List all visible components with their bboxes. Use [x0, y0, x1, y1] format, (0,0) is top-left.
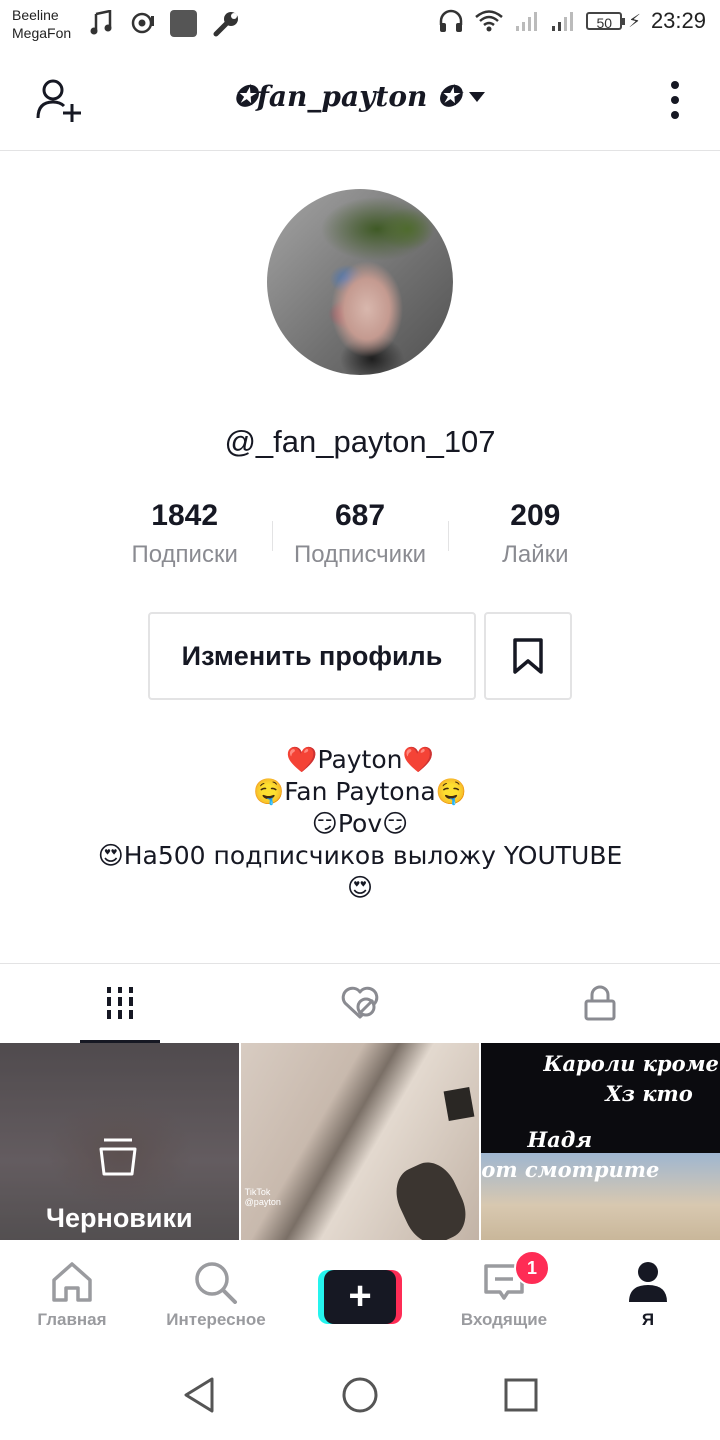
carrier-1: Beeline — [12, 7, 59, 23]
carrier-info: Beeline MegaFon — [12, 6, 71, 42]
video-grid: Черновики TikTok @payton Кароли кроме т … — [0, 1043, 720, 1240]
home-circle-icon[interactable] — [341, 1376, 379, 1414]
stat-label: Подписки — [131, 541, 238, 568]
drafts-label: Черновики — [46, 1203, 193, 1233]
heart-hidden-icon — [341, 986, 379, 1019]
bio-line: 😏Pov😏 — [311, 809, 409, 838]
more-vertical-icon[interactable] — [670, 80, 680, 120]
profile-header: ✪fan_payton ✪ — [0, 50, 720, 151]
wifi-icon — [475, 10, 504, 32]
app-square-icon — [170, 10, 197, 37]
guitar-shape — [386, 1154, 475, 1240]
username-handle: @_fan_payton_107 — [224, 424, 496, 459]
bio-line: 🤤Fan Paytona🤤 — [253, 777, 467, 806]
video-thumbnail[interactable]: TikTok @payton — [240, 1043, 480, 1240]
edit-profile-button[interactable]: Изменить профиль — [148, 612, 476, 700]
stat-likes[interactable]: 209 Лайки — [447, 497, 623, 577]
thumbnail-caption: от смотрите — [481, 1157, 660, 1182]
nav-label: Интересное — [166, 1310, 266, 1329]
tab-videos[interactable] — [0, 964, 240, 1043]
bookmark-icon — [513, 638, 543, 674]
thumbnail-caption: Хз кто — [605, 1081, 693, 1106]
nav-inbox[interactable]: Входящие 1 — [432, 1240, 576, 1350]
nav-label: Главная — [37, 1310, 107, 1329]
radio-icon — [131, 12, 154, 34]
signal-icon-1 — [516, 12, 538, 31]
stat-followers[interactable]: 687 Подписчики — [272, 497, 447, 577]
video-thumbnail[interactable]: Кароли кроме т Хз кто Надя от смотрите — [481, 1043, 720, 1240]
thumbnail-caption: Надя — [527, 1127, 593, 1152]
notification-badge: 1 — [514, 1250, 550, 1286]
headphones-icon — [440, 9, 463, 32]
back-icon[interactable] — [182, 1376, 216, 1414]
system-nav-bar — [0, 1350, 720, 1440]
bio-line: 😍На500 подписчиков выложу YOUTUBE — [97, 841, 623, 870]
tiktok-watermark-user: @payton — [244, 1197, 281, 1207]
nav-label: Я — [641, 1310, 655, 1329]
stat-value: 1842 — [151, 499, 219, 532]
favorites-button[interactable] — [484, 612, 572, 700]
bottom-nav: Главная Интересное + Входящие 1 Я — [0, 1240, 720, 1350]
grid-icon — [107, 987, 133, 1019]
search-icon — [195, 1262, 237, 1304]
clock: 23:29 — [650, 8, 706, 33]
profile-icon — [629, 1262, 667, 1302]
charging-icon: ⚡ — [628, 10, 641, 31]
stat-following[interactable]: 1842 Подписки — [97, 497, 272, 577]
signal-icon-2 — [552, 12, 574, 31]
music-note-icon — [90, 10, 112, 35]
content-tabs — [0, 963, 720, 1043]
lock-icon — [584, 985, 616, 1021]
tab-private[interactable] — [480, 964, 720, 1042]
nav-home[interactable]: Главная — [0, 1240, 144, 1350]
nav-discover[interactable]: Интересное — [144, 1240, 288, 1350]
drafts-thumbnail[interactable]: Черновики — [0, 1043, 239, 1240]
nav-label: Входящие — [460, 1310, 548, 1329]
bio-line: ❤️Payton❤️ — [286, 745, 434, 774]
home-icon — [52, 1262, 92, 1302]
drafts-icon — [99, 1138, 137, 1176]
bio-line: 😍 — [346, 873, 374, 902]
status-bar: Beeline MegaFon 50 ⚡ 23:29 — [0, 0, 720, 50]
stat-label: Подписчики — [293, 541, 426, 568]
status-right: 50 ⚡ 23:29 — [438, 8, 706, 34]
stat-label: Лайки — [502, 541, 569, 568]
bio: ❤️Payton❤️ 🤤Fan Paytona🤤 😏Pov😏 😍На500 по… — [0, 744, 720, 904]
tiktok-watermark: TikTok @payton — [245, 1187, 281, 1207]
plus-icon: + — [324, 1270, 396, 1324]
create-button[interactable]: + — [318, 1270, 402, 1324]
page-title: ✪fan_payton ✪ — [233, 80, 461, 113]
wrench-icon — [213, 12, 238, 37]
avatar[interactable] — [267, 189, 453, 375]
speaker-shape — [443, 1086, 475, 1122]
battery-indicator: 50 — [586, 12, 626, 31]
tab-liked[interactable] — [240, 964, 480, 1042]
stat-value: 209 — [510, 499, 561, 532]
thumbnail-caption: Кароли кроме т — [543, 1051, 720, 1076]
caret-down-icon — [468, 91, 485, 102]
tiktok-watermark-logo: TikTok — [244, 1187, 271, 1197]
recents-icon[interactable] — [504, 1378, 538, 1412]
nav-me[interactable]: Я — [576, 1240, 720, 1350]
nav-create[interactable]: + — [288, 1240, 432, 1350]
stat-value: 687 — [334, 499, 386, 532]
account-switcher[interactable]: ✪fan_payton ✪ — [0, 80, 720, 113]
carrier-2: MegaFon — [12, 25, 72, 41]
profile-stats: 1842 Подписки 687 Подписчики 209 Лайки — [97, 497, 623, 577]
